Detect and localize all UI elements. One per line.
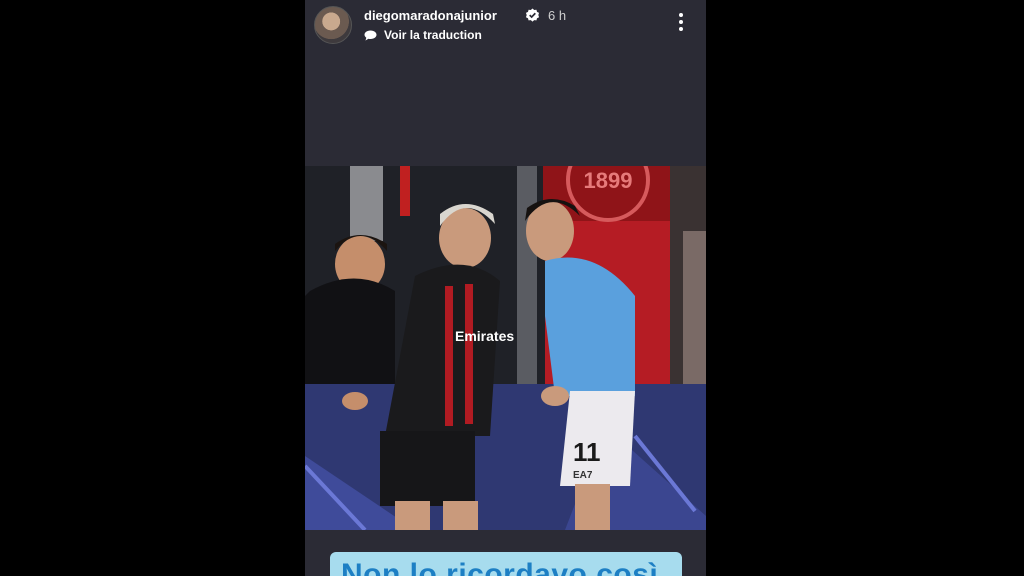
speech-bubble-icon (364, 30, 377, 41)
story-viewer: diegomaradonajunior 6 h Voir la traducti… (305, 0, 706, 576)
see-translation-link[interactable]: Voir la traduction (384, 28, 482, 42)
profile-avatar[interactable] (314, 6, 352, 44)
more-vertical-icon[interactable] (671, 10, 691, 38)
story-photo: 1899 Emirates 11 EA7 (305, 166, 706, 530)
jersey-number: 11 (573, 437, 601, 467)
post-time: 6 h (548, 8, 567, 23)
story-caption: Non lo ricordavo così (341, 558, 659, 576)
red-jersey-sponsor: Emirates (455, 328, 514, 344)
blue-jersey-sponsor: EA7 (573, 470, 593, 481)
story-header: diegomaradonajunior 6 h Voir la traducti… (305, 0, 706, 50)
verified-badge-icon (525, 8, 540, 22)
football-players-image: 1899 Emirates 11 EA7 (305, 166, 706, 530)
sign-year: 1899 (584, 168, 633, 193)
username[interactable]: diegomaradonajunior (364, 8, 497, 23)
